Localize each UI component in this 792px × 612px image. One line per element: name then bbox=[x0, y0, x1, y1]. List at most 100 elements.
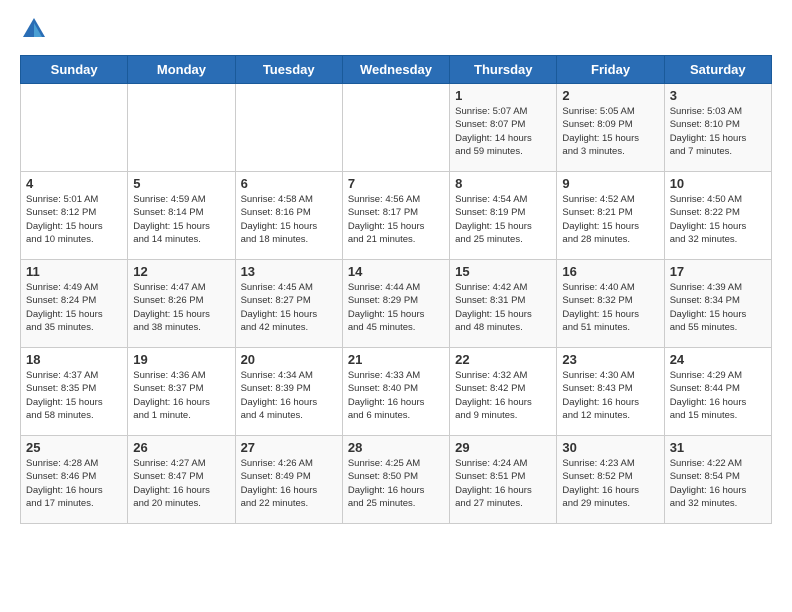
weekday-header-friday: Friday bbox=[557, 56, 664, 84]
day-number: 23 bbox=[562, 352, 658, 367]
day-number: 20 bbox=[241, 352, 337, 367]
day-number: 5 bbox=[133, 176, 229, 191]
calendar-cell: 20 Sunrise: 4:34 AM Sunset: 8:39 PM Dayli… bbox=[235, 348, 342, 436]
day-info: Sunrise: 4:22 AM Sunset: 8:54 PM Dayligh… bbox=[670, 457, 766, 510]
day-number: 27 bbox=[241, 440, 337, 455]
day-number: 1 bbox=[455, 88, 551, 103]
day-number: 31 bbox=[670, 440, 766, 455]
day-number: 18 bbox=[26, 352, 122, 367]
weekday-header-thursday: Thursday bbox=[450, 56, 557, 84]
calendar-cell: 11 Sunrise: 4:49 AM Sunset: 8:24 PM Dayli… bbox=[21, 260, 128, 348]
day-info: Sunrise: 4:59 AM Sunset: 8:14 PM Dayligh… bbox=[133, 193, 229, 246]
calendar-cell: 16 Sunrise: 4:40 AM Sunset: 8:32 PM Dayli… bbox=[557, 260, 664, 348]
day-number: 7 bbox=[348, 176, 444, 191]
day-info: Sunrise: 4:47 AM Sunset: 8:26 PM Dayligh… bbox=[133, 281, 229, 334]
day-number: 11 bbox=[26, 264, 122, 279]
day-number: 12 bbox=[133, 264, 229, 279]
day-info: Sunrise: 5:03 AM Sunset: 8:10 PM Dayligh… bbox=[670, 105, 766, 158]
calendar-cell bbox=[128, 84, 235, 172]
calendar-cell: 2Sunrise: 5:05 AM Sunset: 8:09 PM Daylig… bbox=[557, 84, 664, 172]
day-number: 21 bbox=[348, 352, 444, 367]
week-row-4: 18 Sunrise: 4:37 AM Sunset: 8:35 PM Dayli… bbox=[21, 348, 772, 436]
calendar-cell: 22 Sunrise: 4:32 AM Sunset: 8:42 PM Dayli… bbox=[450, 348, 557, 436]
day-info: Sunrise: 4:49 AM Sunset: 8:24 PM Dayligh… bbox=[26, 281, 122, 334]
day-info: Sunrise: 4:52 AM Sunset: 8:21 PM Dayligh… bbox=[562, 193, 658, 246]
weekday-header-saturday: Saturday bbox=[664, 56, 771, 84]
calendar-cell: 28Sunrise: 4:25 AM Sunset: 8:50 PM Dayli… bbox=[342, 436, 449, 524]
calendar-cell: 4Sunrise: 5:01 AM Sunset: 8:12 PM Daylig… bbox=[21, 172, 128, 260]
calendar-cell: 27 Sunrise: 4:26 AM Sunset: 8:49 PM Dayli… bbox=[235, 436, 342, 524]
calendar-cell: 23 Sunrise: 4:30 AM Sunset: 8:43 PM Dayli… bbox=[557, 348, 664, 436]
day-number: 8 bbox=[455, 176, 551, 191]
calendar-cell: 5 Sunrise: 4:59 AM Sunset: 8:14 PM Daylig… bbox=[128, 172, 235, 260]
calendar-cell: 18 Sunrise: 4:37 AM Sunset: 8:35 PM Dayli… bbox=[21, 348, 128, 436]
calendar-cell: 9 Sunrise: 4:52 AM Sunset: 8:21 PM Daylig… bbox=[557, 172, 664, 260]
day-info: Sunrise: 4:54 AM Sunset: 8:19 PM Dayligh… bbox=[455, 193, 551, 246]
day-info: Sunrise: 4:44 AM Sunset: 8:29 PM Dayligh… bbox=[348, 281, 444, 334]
day-info: Sunrise: 4:30 AM Sunset: 8:43 PM Dayligh… bbox=[562, 369, 658, 422]
day-info: Sunrise: 4:34 AM Sunset: 8:39 PM Dayligh… bbox=[241, 369, 337, 422]
day-info: Sunrise: 4:26 AM Sunset: 8:49 PM Dayligh… bbox=[241, 457, 337, 510]
day-number: 6 bbox=[241, 176, 337, 191]
day-info: Sunrise: 4:45 AM Sunset: 8:27 PM Dayligh… bbox=[241, 281, 337, 334]
weekday-header-monday: Monday bbox=[128, 56, 235, 84]
week-row-1: 1 Sunrise: 5:07 AM Sunset: 8:07 PM Daylig… bbox=[21, 84, 772, 172]
calendar-cell: 6 Sunrise: 4:58 AM Sunset: 8:16 PM Daylig… bbox=[235, 172, 342, 260]
page: SundayMondayTuesdayWednesdayThursdayFrid… bbox=[0, 0, 792, 612]
day-info: Sunrise: 4:23 AM Sunset: 8:52 PM Dayligh… bbox=[562, 457, 658, 510]
calendar-cell: 24Sunrise: 4:29 AM Sunset: 8:44 PM Dayli… bbox=[664, 348, 771, 436]
header bbox=[20, 15, 772, 43]
logo-icon bbox=[20, 15, 48, 43]
calendar-cell bbox=[342, 84, 449, 172]
day-number: 16 bbox=[562, 264, 658, 279]
calendar-cell: 3 Sunrise: 5:03 AM Sunset: 8:10 PM Daylig… bbox=[664, 84, 771, 172]
day-number: 13 bbox=[241, 264, 337, 279]
day-number: 30 bbox=[562, 440, 658, 455]
day-info: Sunrise: 4:58 AM Sunset: 8:16 PM Dayligh… bbox=[241, 193, 337, 246]
calendar-cell: 14 Sunrise: 4:44 AM Sunset: 8:29 PM Dayli… bbox=[342, 260, 449, 348]
day-info: Sunrise: 4:37 AM Sunset: 8:35 PM Dayligh… bbox=[26, 369, 122, 422]
day-info: Sunrise: 4:40 AM Sunset: 8:32 PM Dayligh… bbox=[562, 281, 658, 334]
day-info: Sunrise: 4:32 AM Sunset: 8:42 PM Dayligh… bbox=[455, 369, 551, 422]
day-info: Sunrise: 4:33 AM Sunset: 8:40 PM Dayligh… bbox=[348, 369, 444, 422]
day-info: Sunrise: 5:07 AM Sunset: 8:07 PM Dayligh… bbox=[455, 105, 551, 158]
day-info: Sunrise: 4:27 AM Sunset: 8:47 PM Dayligh… bbox=[133, 457, 229, 510]
calendar-cell: 25 Sunrise: 4:28 AM Sunset: 8:46 PM Dayli… bbox=[21, 436, 128, 524]
day-info: Sunrise: 4:50 AM Sunset: 8:22 PM Dayligh… bbox=[670, 193, 766, 246]
calendar-cell: 17Sunrise: 4:39 AM Sunset: 8:34 PM Dayli… bbox=[664, 260, 771, 348]
logo bbox=[20, 15, 52, 43]
day-info: Sunrise: 4:28 AM Sunset: 8:46 PM Dayligh… bbox=[26, 457, 122, 510]
calendar-cell: 15Sunrise: 4:42 AM Sunset: 8:31 PM Dayli… bbox=[450, 260, 557, 348]
weekday-header-tuesday: Tuesday bbox=[235, 56, 342, 84]
weekday-header-wednesday: Wednesday bbox=[342, 56, 449, 84]
day-number: 19 bbox=[133, 352, 229, 367]
day-info: Sunrise: 5:05 AM Sunset: 8:09 PM Dayligh… bbox=[562, 105, 658, 158]
calendar-cell: 31 Sunrise: 4:22 AM Sunset: 8:54 PM Dayli… bbox=[664, 436, 771, 524]
calendar-cell: 29Sunrise: 4:24 AM Sunset: 8:51 PM Dayli… bbox=[450, 436, 557, 524]
day-info: Sunrise: 4:39 AM Sunset: 8:34 PM Dayligh… bbox=[670, 281, 766, 334]
calendar: SundayMondayTuesdayWednesdayThursdayFrid… bbox=[20, 55, 772, 524]
week-row-2: 4Sunrise: 5:01 AM Sunset: 8:12 PM Daylig… bbox=[21, 172, 772, 260]
calendar-cell: 12 Sunrise: 4:47 AM Sunset: 8:26 PM Dayli… bbox=[128, 260, 235, 348]
day-number: 3 bbox=[670, 88, 766, 103]
day-number: 14 bbox=[348, 264, 444, 279]
calendar-cell: 1 Sunrise: 5:07 AM Sunset: 8:07 PM Daylig… bbox=[450, 84, 557, 172]
day-number: 9 bbox=[562, 176, 658, 191]
day-info: Sunrise: 4:42 AM Sunset: 8:31 PM Dayligh… bbox=[455, 281, 551, 334]
calendar-cell: 19 Sunrise: 4:36 AM Sunset: 8:37 PM Dayli… bbox=[128, 348, 235, 436]
day-info: Sunrise: 4:36 AM Sunset: 8:37 PM Dayligh… bbox=[133, 369, 229, 422]
day-number: 4 bbox=[26, 176, 122, 191]
calendar-cell: 10 Sunrise: 4:50 AM Sunset: 8:22 PM Dayli… bbox=[664, 172, 771, 260]
calendar-cell: 7Sunrise: 4:56 AM Sunset: 8:17 PM Daylig… bbox=[342, 172, 449, 260]
calendar-cell: 21 Sunrise: 4:33 AM Sunset: 8:40 PM Dayli… bbox=[342, 348, 449, 436]
day-number: 22 bbox=[455, 352, 551, 367]
calendar-header: SundayMondayTuesdayWednesdayThursdayFrid… bbox=[21, 56, 772, 84]
calendar-cell bbox=[235, 84, 342, 172]
day-number: 26 bbox=[133, 440, 229, 455]
week-row-3: 11 Sunrise: 4:49 AM Sunset: 8:24 PM Dayli… bbox=[21, 260, 772, 348]
day-number: 10 bbox=[670, 176, 766, 191]
calendar-body: 1 Sunrise: 5:07 AM Sunset: 8:07 PM Daylig… bbox=[21, 84, 772, 524]
day-number: 28 bbox=[348, 440, 444, 455]
day-number: 25 bbox=[26, 440, 122, 455]
weekday-header-sunday: Sunday bbox=[21, 56, 128, 84]
